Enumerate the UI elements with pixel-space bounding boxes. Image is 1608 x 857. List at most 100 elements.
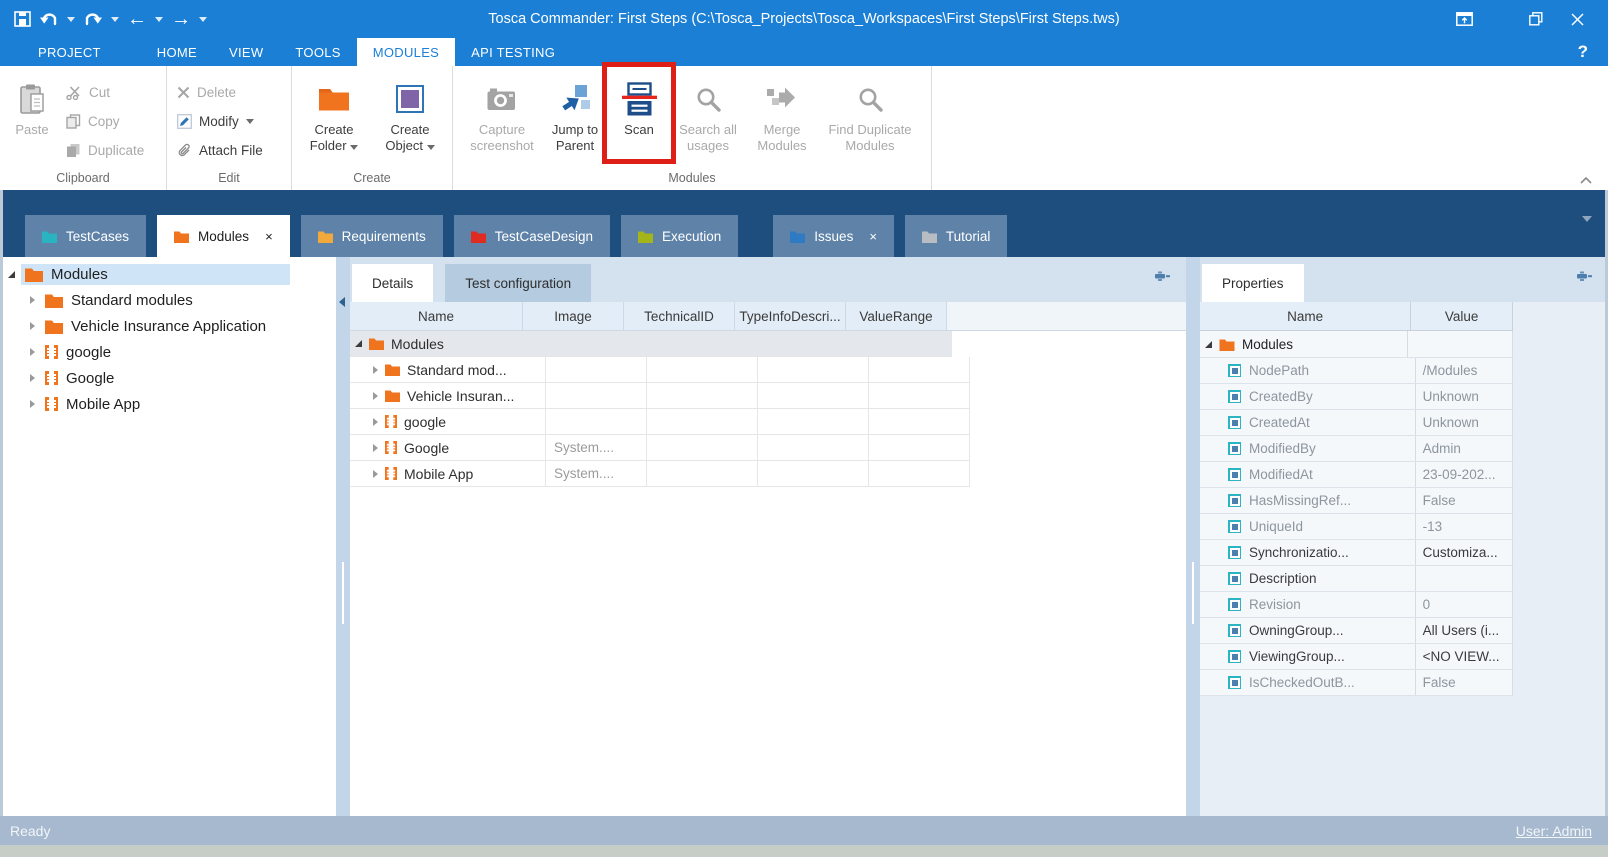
doc-tab-testcases[interactable]: TestCases: [25, 215, 146, 257]
expander-icon[interactable]: [8, 271, 15, 278]
capture-screenshot-button[interactable]: Capture screenshot: [462, 70, 542, 155]
doc-tab-issues[interactable]: Issues ×: [773, 215, 894, 257]
details-row-google[interactable]: Google System....: [350, 435, 1186, 461]
tree-item-standard-modules[interactable]: Standard modules: [0, 287, 336, 313]
cut-button[interactable]: Cut: [60, 78, 150, 107]
tree-item-google[interactable]: Google: [0, 365, 336, 391]
create-object-button[interactable]: Create Object: [374, 70, 446, 155]
tree-item-google-lowercase[interactable]: google: [0, 339, 336, 365]
expander-icon[interactable]: [30, 400, 35, 408]
expander-icon[interactable]: [373, 470, 378, 478]
create-folder-dropdown-icon[interactable]: [350, 145, 358, 150]
collapse-panel-icon[interactable]: [339, 297, 345, 307]
redo-icon[interactable]: [83, 11, 103, 28]
tree-item-vehicle-insurance-application[interactable]: Vehicle Insurance Application: [0, 313, 336, 339]
property-row-ischeckedoutby[interactable]: IsCheckedOutB... False: [1200, 670, 1513, 696]
forward-icon[interactable]: →: [171, 9, 191, 29]
pin-icon[interactable]: [1576, 270, 1592, 282]
tab-test-configuration[interactable]: Test configuration: [445, 264, 591, 302]
find-duplicate-modules-button[interactable]: Find Duplicate Modules: [818, 70, 922, 155]
property-row-owninggroup[interactable]: OwningGroup... All Users (i...: [1200, 618, 1513, 644]
current-user-link[interactable]: User: Admin: [1516, 823, 1598, 839]
attach-file-button[interactable]: Attach File: [171, 136, 269, 165]
ribbon-tab-view[interactable]: VIEW: [213, 38, 279, 66]
tab-overflow-dropdown-icon[interactable]: [1582, 216, 1592, 222]
doc-tab-requirements[interactable]: Requirements: [301, 215, 443, 257]
properties-row-modules[interactable]: Modules: [1200, 331, 1513, 358]
ribbon-tab-home[interactable]: HOME: [141, 38, 213, 66]
jump-to-parent-button[interactable]: Jump to Parent: [542, 70, 608, 155]
search-all-usages-button[interactable]: Search all usages: [670, 70, 746, 155]
property-row-description[interactable]: Description: [1200, 566, 1513, 592]
close-tab-icon[interactable]: ×: [869, 229, 877, 244]
ribbon-tab-project[interactable]: PROJECT: [22, 38, 117, 66]
doc-tab-tutorial[interactable]: Tutorial: [905, 215, 1008, 257]
expander-icon[interactable]: [373, 418, 378, 426]
undo-icon[interactable]: [39, 11, 59, 28]
property-row-modifiedby[interactable]: ModifiedBy Admin: [1200, 436, 1513, 462]
property-row-synchronization[interactable]: Synchronizatio... Customiza...: [1200, 540, 1513, 566]
column-header-technicalid[interactable]: TechnicalID: [624, 302, 735, 330]
expander-icon[interactable]: [373, 392, 378, 400]
expander-icon[interactable]: [1205, 341, 1212, 348]
column-header-valuerange[interactable]: ValueRange: [846, 302, 947, 330]
close-button[interactable]: [1571, 13, 1584, 26]
ribbon-tab-api-testing[interactable]: API TESTING: [455, 38, 571, 66]
ribbon-tab-tools[interactable]: TOOLS: [279, 38, 356, 66]
tree-item-modules[interactable]: Modules: [0, 261, 336, 287]
expander-icon[interactable]: [373, 444, 378, 452]
property-row-uniqueid[interactable]: UniqueId -13: [1200, 514, 1513, 540]
back-icon[interactable]: ←: [127, 9, 147, 29]
doc-tab-testcasedesign[interactable]: TestCaseDesign: [454, 215, 610, 257]
column-header-name[interactable]: Name: [1200, 302, 1411, 330]
restore-button[interactable]: [1529, 12, 1543, 26]
collapse-ribbon-icon[interactable]: [1580, 177, 1592, 184]
help-icon[interactable]: ?: [1578, 42, 1608, 62]
details-row-standard-modules[interactable]: Standard mod...: [350, 357, 1186, 383]
undo-dropdown-icon[interactable]: [67, 17, 75, 22]
back-dropdown-icon[interactable]: [155, 17, 163, 22]
expander-icon[interactable]: [373, 366, 378, 374]
column-header-image[interactable]: Image: [523, 302, 624, 330]
duplicate-button[interactable]: Duplicate: [60, 136, 150, 165]
modify-button[interactable]: Modify: [171, 107, 269, 136]
property-row-modifiedat[interactable]: ModifiedAt 23-09-202...: [1200, 462, 1513, 488]
copy-button[interactable]: Copy: [60, 107, 150, 136]
details-row-modules[interactable]: Modules: [350, 331, 1186, 357]
expander-icon[interactable]: [355, 340, 362, 347]
column-header-name[interactable]: Name: [350, 302, 523, 330]
create-object-dropdown-icon[interactable]: [427, 145, 435, 150]
scan-button[interactable]: Scan: [608, 70, 670, 138]
property-row-hasmissingreferences[interactable]: HasMissingRef... False: [1200, 488, 1513, 514]
doc-tab-modules[interactable]: Modules ×: [157, 215, 290, 257]
tree-item-mobile-app[interactable]: Mobile App: [0, 391, 336, 417]
delete-button[interactable]: Delete: [171, 78, 269, 107]
column-header-value[interactable]: Value: [1411, 302, 1513, 330]
dock-panel-icon[interactable]: [1456, 12, 1473, 26]
tab-properties[interactable]: Properties: [1202, 264, 1304, 302]
splitter-handle[interactable]: [342, 562, 344, 624]
doc-tab-execution[interactable]: Execution: [621, 215, 738, 257]
expander-icon[interactable]: [30, 296, 35, 304]
pin-icon[interactable]: [1154, 270, 1170, 282]
save-icon[interactable]: [14, 11, 31, 27]
close-tab-icon[interactable]: ×: [265, 229, 273, 244]
property-row-viewinggroup[interactable]: ViewingGroup... <NO VIEW...: [1200, 644, 1513, 670]
property-row-nodepath[interactable]: NodePath /Modules: [1200, 358, 1513, 384]
details-row-vehicle-insurance[interactable]: Vehicle Insuran...: [350, 383, 1186, 409]
properties-splitter[interactable]: [1186, 257, 1200, 816]
forward-dropdown-icon[interactable]: [199, 17, 207, 22]
property-row-revision[interactable]: Revision 0: [1200, 592, 1513, 618]
modify-dropdown-icon[interactable]: [246, 119, 254, 124]
expander-icon[interactable]: [30, 322, 35, 330]
splitter-handle[interactable]: [1192, 562, 1194, 624]
merge-modules-button[interactable]: Merge Modules: [746, 70, 818, 155]
details-row-mobile-app[interactable]: Mobile App System....: [350, 461, 1186, 487]
details-row-google-lowercase[interactable]: google: [350, 409, 1186, 435]
column-header-typeinfodescription[interactable]: TypeInfoDescri...: [735, 302, 846, 330]
ribbon-tab-modules[interactable]: MODULES: [357, 38, 455, 66]
create-folder-button[interactable]: Create Folder: [298, 70, 370, 155]
tab-details[interactable]: Details: [352, 264, 433, 302]
redo-dropdown-icon[interactable]: [111, 17, 119, 22]
property-row-createdat[interactable]: CreatedAt Unknown: [1200, 410, 1513, 436]
